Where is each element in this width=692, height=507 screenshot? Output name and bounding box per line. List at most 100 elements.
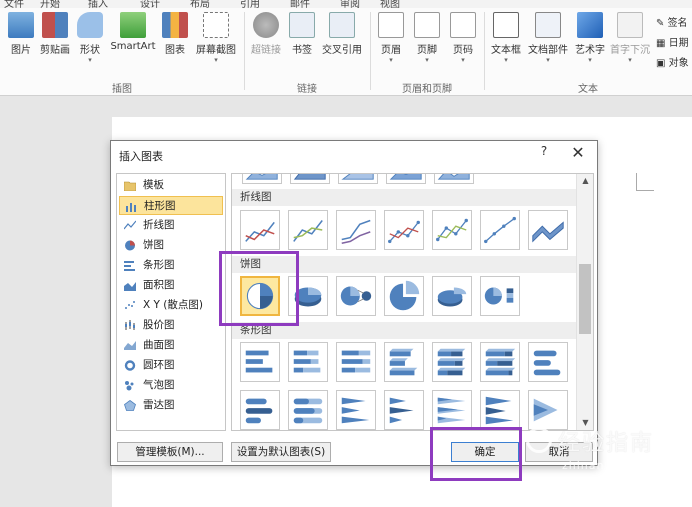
chart-type-bubble[interactable]: 气泡图 — [119, 376, 223, 395]
help-button[interactable]: ? — [535, 144, 553, 162]
chart-thumb-pie-selected[interactable] — [240, 276, 280, 316]
gallery-scrollbar[interactable]: ▲ ▼ — [576, 174, 593, 430]
chart-thumb-bar-pyramid-2[interactable] — [528, 390, 568, 430]
chart-thumb-pie-exploded-3d[interactable] — [432, 276, 472, 316]
chart-thumb-line-4[interactable] — [384, 210, 424, 250]
shapes-dropdown-icon: ▾ — [88, 56, 92, 64]
menu-file[interactable]: 文件 — [4, 0, 24, 8]
chart-type-radar[interactable]: 雷达图 — [119, 396, 223, 415]
signature-label: 签名 — [667, 18, 688, 29]
menu-home[interactable]: 开始 — [40, 0, 60, 8]
page-number-button[interactable]: 页码 ▾ — [448, 12, 478, 64]
menu-layout[interactable]: 布局 — [190, 0, 210, 8]
menu-bar: 文件 开始 插入 设计 布局 引用 邮件 审阅 视图 — [0, 0, 692, 8]
signature-line-button[interactable]: ✎ 签名 — [656, 14, 688, 29]
text-box-icon — [493, 12, 519, 38]
chart-type-templates[interactable]: 模板 — [119, 176, 223, 195]
clip-art-button[interactable]: 剪贴画 — [38, 12, 72, 56]
shapes-button[interactable]: 形状 ▾ — [76, 12, 104, 64]
chart-thumb-bar-3d-2[interactable] — [432, 342, 472, 382]
chart-type-pie[interactable]: 饼图 — [119, 236, 223, 255]
chart-thumb-area-5[interactable] — [434, 174, 474, 184]
screenshot-dropdown-icon: ▾ — [214, 56, 218, 64]
wordart-button[interactable]: 艺术字 ▾ — [572, 12, 608, 64]
menu-design[interactable]: 设计 — [140, 0, 160, 8]
close-button[interactable]: ✕ — [567, 143, 589, 163]
chart-thumb-pie-of-pie[interactable] — [336, 276, 376, 316]
menu-mailings[interactable]: 邮件 — [290, 0, 310, 8]
manage-templates-button[interactable]: 管理模板(M)... — [117, 442, 223, 462]
chart-subtype-gallery: 折线图 饼图 条形图 — [231, 173, 594, 431]
chart-thumb-bar-cylinder-3[interactable] — [288, 390, 328, 430]
chart-thumb-bar-cylinder-2[interactable] — [240, 390, 280, 430]
folder-icon — [124, 181, 136, 191]
chart-type-surface[interactable]: 曲面图 — [119, 336, 223, 355]
hyperlink-button[interactable]: 超链接 — [248, 12, 284, 56]
chart-thumb-area-4[interactable] — [386, 174, 426, 184]
scroll-down-icon[interactable]: ▼ — [577, 416, 594, 430]
object-button[interactable]: ▣ 对象 — [656, 54, 689, 69]
chart-thumb-area-2[interactable] — [290, 174, 330, 184]
chart-thumb-pie-exploded[interactable] — [384, 276, 424, 316]
chart-type-column[interactable]: 柱形图 — [119, 196, 223, 215]
section-header-pie: 饼图 — [232, 256, 577, 273]
chart-thumb-bar-cone-1[interactable] — [336, 390, 376, 430]
set-default-chart-button[interactable]: 设置为默认图表(S) — [231, 442, 331, 462]
chart-type-line[interactable]: 折线图 — [119, 216, 223, 235]
chart-thumb-line-3[interactable] — [336, 210, 376, 250]
header-button[interactable]: 页眉 ▾ — [376, 12, 406, 64]
chart-type-label: 气泡图 — [143, 379, 175, 391]
chart-thumb-bar-3d-3[interactable] — [480, 342, 520, 382]
chart-thumb-line-2[interactable] — [288, 210, 328, 250]
cross-reference-button[interactable]: 交叉引用 — [318, 12, 366, 56]
chart-thumb-bar-of-pie[interactable] — [480, 276, 520, 316]
cancel-button[interactable]: 取消 — [525, 442, 593, 462]
scroll-up-icon[interactable]: ▲ — [577, 174, 594, 188]
chart-thumb-line-1[interactable] — [240, 210, 280, 250]
drop-cap-button[interactable]: 首字下沉 ▾ — [610, 12, 650, 64]
menu-references[interactable]: 引用 — [240, 0, 260, 8]
chart-thumb-bar-cylinder-1[interactable] — [528, 342, 568, 382]
bookmark-button[interactable]: 书签 — [288, 12, 316, 56]
pie-chart-icon — [125, 240, 135, 251]
chart-type-doughnut[interactable]: 圆环图 — [119, 356, 223, 375]
quick-parts-button[interactable]: 文档部件 ▾ — [526, 12, 570, 64]
chart-thumb-bar-3[interactable] — [336, 342, 376, 382]
chart-type-bar[interactable]: 条形图 — [119, 256, 223, 275]
menu-review[interactable]: 审阅 — [340, 0, 360, 8]
chart-type-area[interactable]: 面积图 — [119, 276, 223, 295]
footer-button[interactable]: 页脚 ▾ — [412, 12, 442, 64]
cross-reference-label: 交叉引用 — [322, 45, 362, 56]
header-footer-group-label: 页眉和页脚 — [402, 84, 452, 95]
clip-art-icon — [42, 12, 68, 38]
menu-view[interactable]: 视图 — [380, 0, 400, 8]
chart-thumb-bar-cone-2[interactable] — [384, 390, 424, 430]
chart-thumb-area-3[interactable] — [338, 174, 378, 184]
chart-thumb-bar-cone-3[interactable] — [432, 390, 472, 430]
text-box-button[interactable]: 文本框 ▾ — [488, 12, 524, 64]
picture-button[interactable]: 图片 — [6, 12, 36, 56]
chart-thumb-line-5[interactable] — [432, 210, 472, 250]
chart-button[interactable]: 图表 — [160, 12, 190, 56]
illustrations-group-label: 插图 — [112, 84, 132, 95]
chart-type-scatter[interactable]: X Y (散点图) — [119, 296, 223, 315]
hyperlink-label: 超链接 — [251, 45, 281, 56]
bookmark-icon — [289, 12, 315, 38]
chart-thumb-bar-3d-1[interactable] — [384, 342, 424, 382]
chart-thumb-bar-2[interactable] — [288, 342, 328, 382]
menu-insert[interactable]: 插入 — [88, 0, 108, 8]
smartart-button[interactable]: SmartArt — [108, 12, 158, 52]
chart-thumb-line-6[interactable] — [480, 210, 520, 250]
bookmark-label: 书签 — [292, 45, 312, 56]
chart-thumb-area-1[interactable] — [242, 174, 282, 184]
chart-thumb-bar-pyramid-1[interactable] — [480, 390, 520, 430]
chart-thumb-bar-1[interactable] — [240, 342, 280, 382]
screenshot-button[interactable]: 屏幕截图 ▾ — [192, 12, 240, 64]
date-time-button[interactable]: ▦ 日期 — [656, 34, 689, 49]
chart-type-label: 柱形图 — [144, 200, 176, 212]
chart-type-stock[interactable]: 股价图 — [119, 316, 223, 335]
scrollbar-thumb[interactable] — [579, 264, 591, 334]
ok-button[interactable]: 确定 — [451, 442, 519, 462]
chart-thumb-pie-3d[interactable] — [288, 276, 328, 316]
chart-thumb-line-3d[interactable] — [528, 210, 568, 250]
